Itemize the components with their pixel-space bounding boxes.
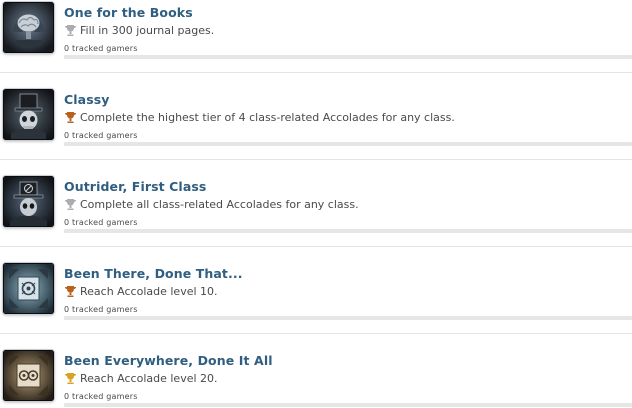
achievement-title[interactable]: One for the Books bbox=[64, 5, 193, 20]
tracked-gamers-count: 0 tracked gamers bbox=[64, 131, 138, 140]
progress-bar bbox=[64, 316, 632, 320]
achievement-list: One for the Books Fill in 300 journal pa… bbox=[0, 0, 632, 408]
achievement-description-text: Fill in 300 journal pages. bbox=[80, 24, 215, 37]
tracked-gamers-count: 0 tracked gamers bbox=[64, 392, 138, 401]
outrider-hat-icon[interactable] bbox=[3, 176, 54, 227]
bronze-trophy-icon bbox=[64, 285, 77, 298]
achievement-description: Reach Accolade level 10. bbox=[64, 285, 218, 298]
brain-emblem-icon[interactable] bbox=[3, 2, 54, 53]
achievement-description: Complete the highest tier of 4 class-rel… bbox=[64, 111, 455, 124]
tracked-gamers-count: 0 tracked gamers bbox=[64, 44, 138, 53]
accolade-level-10-icon[interactable] bbox=[3, 263, 54, 314]
achievement-title[interactable]: Outrider, First Class bbox=[64, 179, 206, 194]
silver-trophy-icon bbox=[64, 198, 77, 211]
achievement-description-text: Reach Accolade level 10. bbox=[80, 285, 218, 298]
progress-bar bbox=[64, 142, 632, 146]
achievement-title[interactable]: Been Everywhere, Done It All bbox=[64, 353, 273, 368]
bronze-trophy-icon bbox=[64, 111, 77, 124]
achievement-description: Fill in 300 journal pages. bbox=[64, 24, 214, 37]
progress-bar bbox=[64, 55, 632, 59]
tophat-skull-icon[interactable] bbox=[3, 89, 54, 140]
achievement-row[interactable]: Outrider, First Class Complete all class… bbox=[0, 160, 632, 247]
achievement-description-text: Complete all class-related Accolades for… bbox=[80, 198, 359, 211]
achievement-title[interactable]: Been There, Done That... bbox=[64, 266, 243, 281]
silver-trophy-icon bbox=[64, 24, 77, 37]
tracked-gamers-count: 0 tracked gamers bbox=[64, 218, 138, 227]
achievement-description-text: Complete the highest tier of 4 class-rel… bbox=[80, 111, 455, 124]
tracked-gamers-count: 0 tracked gamers bbox=[64, 305, 138, 314]
achievement-description: Reach Accolade level 20. bbox=[64, 372, 218, 385]
gold-trophy-icon bbox=[64, 372, 77, 385]
accolade-level-20-icon[interactable] bbox=[3, 350, 54, 401]
achievement-description: Complete all class-related Accolades for… bbox=[64, 198, 359, 211]
achievement-row[interactable]: Been Everywhere, Done It All Reach Accol… bbox=[0, 334, 632, 408]
progress-bar bbox=[64, 403, 632, 407]
achievement-row[interactable]: Been There, Done That... Reach Accolade … bbox=[0, 247, 632, 334]
progress-bar bbox=[64, 229, 632, 233]
achievement-title[interactable]: Classy bbox=[64, 92, 110, 107]
achievement-row[interactable]: Classy Complete the highest tier of 4 cl… bbox=[0, 73, 632, 160]
achievement-description-text: Reach Accolade level 20. bbox=[80, 372, 218, 385]
achievement-row[interactable]: One for the Books Fill in 300 journal pa… bbox=[0, 0, 632, 73]
